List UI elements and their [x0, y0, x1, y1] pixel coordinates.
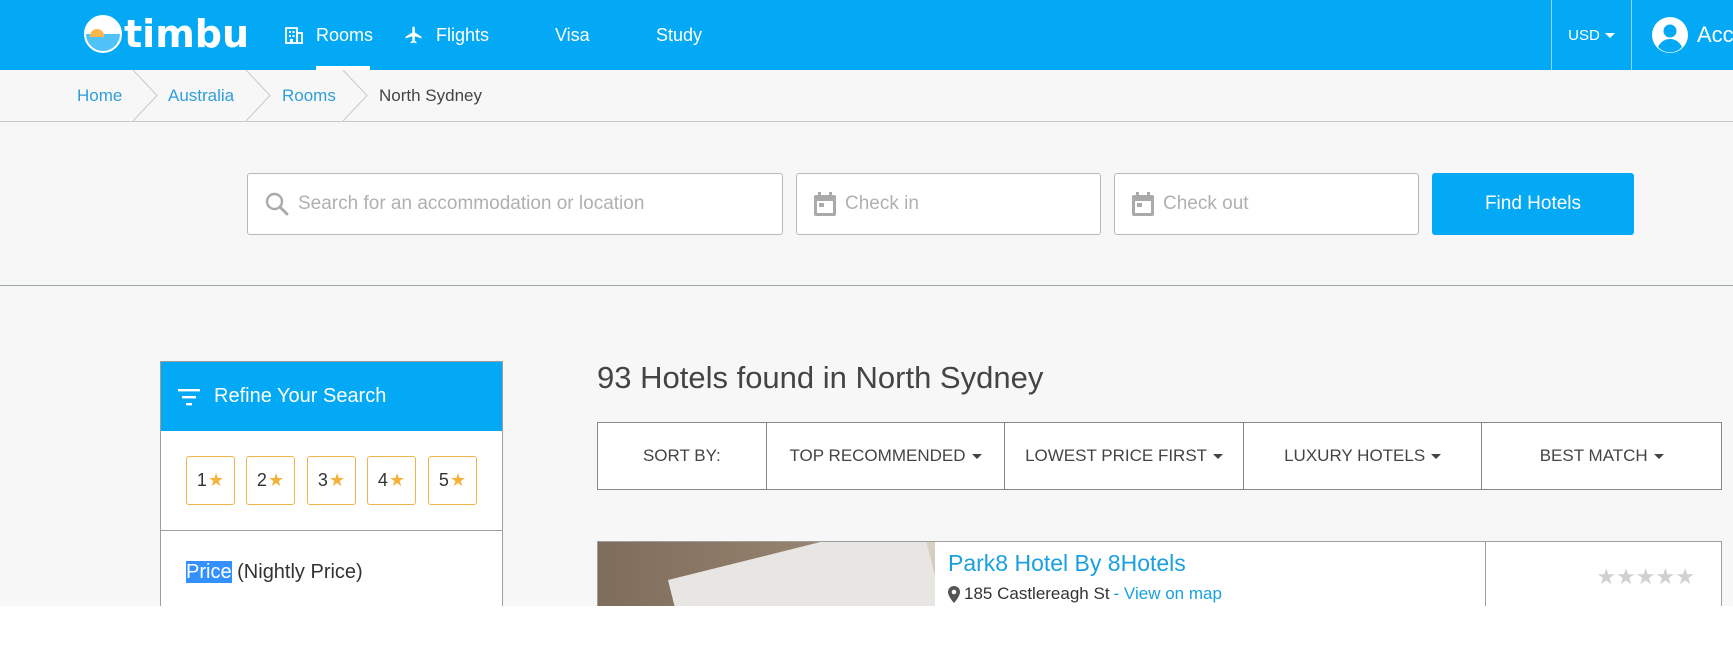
check-in-placeholder: Check in [845, 193, 919, 214]
check-in-field[interactable]: Check in [796, 173, 1101, 235]
hotel-photo[interactable] [598, 542, 935, 606]
breadcrumb: Home Australia Rooms North Sydney [0, 70, 1733, 122]
user-avatar-icon [1651, 16, 1689, 54]
sort-option-label: TOP RECOMMENDED [789, 446, 966, 465]
sort-bar: SORT BY: TOP RECOMMENDED LOWEST PRICE FI… [597, 422, 1722, 490]
nav-rooms[interactable]: Rooms [284, 0, 374, 70]
sort-option-label: LOWEST PRICE FIRST [1025, 446, 1208, 465]
star-filter-1[interactable]: 1 ★ [186, 456, 235, 505]
nav-flights-label: Flights [436, 24, 490, 45]
nav-visa[interactable]: Visa [555, 0, 590, 70]
star-icon: ★ [388, 470, 406, 490]
price-filter-heading: Price (Nightly Price) [161, 531, 502, 584]
star-filter-4[interactable]: 4 ★ [367, 456, 416, 505]
check-out-field[interactable]: Check out [1114, 173, 1419, 235]
building-icon [284, 25, 304, 45]
account-label: Acco [1697, 22, 1733, 47]
chevron-down-icon [1653, 453, 1664, 459]
results-title: 93 Hotels found in North Sydney [597, 360, 1044, 395]
sort-top-recommended[interactable]: TOP RECOMMENDED [767, 423, 1006, 489]
account-menu[interactable]: Acco [1651, 0, 1733, 70]
currency-label: USD [1568, 26, 1600, 44]
refine-search-title: Refine Your Search [214, 385, 387, 407]
nav-flights[interactable]: Flights [404, 0, 489, 70]
view-on-map-link[interactable]: - View on map [1114, 584, 1222, 604]
star-filter-5[interactable]: 5 ★ [428, 456, 477, 505]
empty-star-icon: ★ [1655, 564, 1676, 589]
star-filter-value: 1 [196, 470, 207, 490]
breadcrumb-home[interactable]: Home [77, 70, 122, 121]
search-input[interactable]: Search for an accommodation or location [247, 173, 783, 235]
star-filter-value: 3 [317, 470, 328, 490]
star-filter-3[interactable]: 3 ★ [307, 456, 356, 505]
star-icon: ★ [449, 470, 467, 490]
nav-visa-label: Visa [555, 24, 590, 45]
hotel-card: Park8 Hotel By 8Hotels 185 Castlereagh S… [597, 541, 1722, 606]
breadcrumb-rooms[interactable]: Rooms [282, 70, 336, 121]
calendar-icon [1131, 191, 1155, 217]
logo-icon [84, 15, 122, 53]
star-icon: ★ [328, 470, 346, 490]
breadcrumb-australia[interactable]: Australia [168, 70, 234, 121]
sort-option-label: LUXURY HOTELS [1284, 446, 1426, 465]
find-hotels-button[interactable]: Find Hotels [1432, 173, 1634, 235]
check-out-placeholder: Check out [1163, 193, 1249, 214]
search-icon [264, 191, 290, 217]
empty-star-icon: ★ [1635, 564, 1656, 589]
chevron-down-icon [1604, 32, 1615, 38]
search-placeholder: Search for an accommodation or location [298, 193, 645, 214]
sort-option-label: BEST MATCH [1539, 446, 1648, 465]
hotel-rating-box: ★★★★★ [1485, 542, 1721, 606]
chevron-down-icon [971, 453, 982, 459]
nav-study[interactable]: Study [656, 0, 702, 70]
empty-star-icon: ★ [1616, 564, 1636, 589]
breadcrumb-current: North Sydney [379, 86, 482, 105]
hotel-address-text: 185 Castlereagh St [964, 584, 1110, 603]
star-icon: ★ [267, 470, 285, 490]
hotel-address: 185 Castlereagh St - View on map [948, 584, 1222, 604]
search-panel: Search for an accommodation or location … [0, 122, 1733, 286]
refine-search-header[interactable]: Refine Your Search [161, 362, 502, 431]
breadcrumb-separator [342, 70, 368, 121]
price-label: Price [186, 561, 232, 583]
nav-rooms-label: Rooms [316, 24, 374, 45]
nav-study-label: Study [656, 24, 703, 45]
timbu-logo[interactable]: timbu [84, 12, 249, 56]
sort-best-match[interactable]: BEST MATCH [1482, 423, 1721, 489]
star-filter-value: 5 [438, 470, 449, 490]
star-icon: ★ [207, 470, 225, 490]
empty-star-icon: ★ [1596, 564, 1617, 589]
sort-lowest-price[interactable]: LOWEST PRICE FIRST [1005, 423, 1244, 489]
empty-star-icon: ★ [1675, 564, 1695, 589]
calendar-icon [813, 191, 837, 217]
sort-luxury-hotels[interactable]: LUXURY HOTELS [1244, 423, 1483, 489]
price-suffix: (Nightly Price) [237, 561, 363, 583]
sort-by-label: SORT BY: [598, 423, 767, 489]
page: timbu Rooms Flights Visa Study USD Acc H… [0, 0, 1733, 606]
map-pin-icon [948, 585, 960, 603]
filter-icon [178, 388, 200, 406]
star-filter-2[interactable]: 2 ★ [246, 456, 295, 505]
chevron-down-icon [1213, 453, 1224, 459]
star-filter-value: 4 [377, 470, 388, 490]
currency-selector[interactable]: USD [1551, 0, 1632, 70]
refine-search-panel: Refine Your Search 1 ★ 2 ★ 3 ★ 4 ★ 5 ★ Price … [160, 361, 503, 606]
star-filter-value: 2 [256, 470, 267, 490]
breadcrumb-separator [245, 70, 271, 121]
star-rating-filter: 1 ★ 2 ★ 3 ★ 4 ★ 5 ★ [161, 431, 502, 531]
chevron-down-icon [1431, 453, 1442, 459]
top-navigation-bar: timbu Rooms Flights Visa Study USD Acc [0, 0, 1733, 70]
airplane-icon [404, 25, 424, 45]
breadcrumb-separator [132, 70, 158, 121]
hotel-star-rating: ★★★★★ [1596, 564, 1695, 590]
hotel-name-link[interactable]: Park8 Hotel By 8Hotels [948, 550, 1186, 577]
logo-text: timbu [124, 12, 250, 56]
